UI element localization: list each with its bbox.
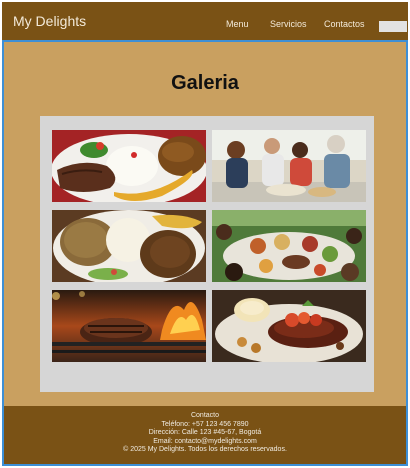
footer-phone: Teléfono: +57 123 456 7890 xyxy=(161,420,249,428)
nav-link-servicios[interactable]: Servicios xyxy=(270,19,307,29)
footer-heading: Contacto xyxy=(190,412,220,419)
nav-link-menu[interactable]: Menu xyxy=(226,19,249,29)
grilled-steak-photo[interactable] xyxy=(52,290,206,362)
steak-rice-plantain-photo[interactable] xyxy=(52,130,206,202)
navbar: My Delights Menu Servicios Contactos xyxy=(2,2,408,40)
nav-toggle-button[interactable] xyxy=(379,21,407,32)
footer-copyright: © 2025 My Delights. Todos los derechos r… xyxy=(123,446,287,454)
nav-link-contactos[interactable]: Contactos xyxy=(324,19,365,29)
page-title: Galeria xyxy=(171,72,239,94)
steak-sauce-plate-photo[interactable] xyxy=(212,290,366,362)
people-cooking-photo[interactable] xyxy=(212,130,366,202)
brand-logo[interactable]: My Delights xyxy=(13,13,86,29)
feast-table-photo[interactable] xyxy=(212,210,366,282)
footer: Contacto Teléfono: +57 123 456 7890 Dire… xyxy=(2,406,408,466)
gallery-panel xyxy=(40,116,374,392)
rice-beans-plate-photo[interactable] xyxy=(52,210,206,282)
main-content: Galeria xyxy=(2,40,408,406)
footer-address: Dirección: Calle 123 #45-67, Bogotá xyxy=(148,429,262,437)
